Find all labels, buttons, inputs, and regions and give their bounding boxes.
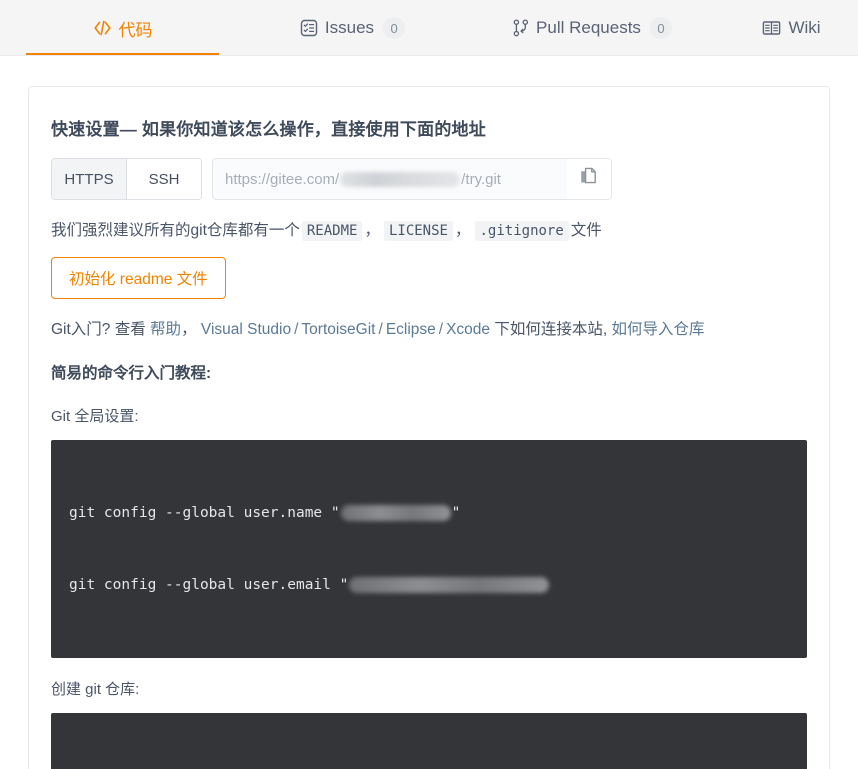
visual-studio-link[interactable]: Visual Studio — [201, 321, 291, 338]
tab-issues-count: 0 — [383, 17, 406, 39]
repo-tab-bar: 代码 Issues 0 Pull Requests 0 Wiki — [0, 0, 858, 56]
tab-pull-requests-label: Pull Requests — [536, 18, 641, 37]
tab-pull-requests[interactable]: Pull Requests 0 — [460, 0, 725, 56]
clone-row: HTTPS SSH https://gitee.com/ /try.git — [51, 158, 807, 200]
copy-url-button[interactable] — [567, 159, 611, 199]
intro-mid-text: 下如何连接本站, — [494, 321, 608, 338]
intro-comma: ， — [181, 321, 197, 338]
xcode-link[interactable]: Xcode — [446, 321, 490, 338]
intro-slash-1: / — [294, 321, 299, 338]
tab-code[interactable]: 代码 — [0, 0, 245, 56]
eclipse-link[interactable]: Eclipse — [386, 321, 436, 338]
tab-wiki[interactable]: Wiki — [725, 0, 858, 56]
code-icon — [93, 20, 112, 36]
copy-icon — [580, 167, 598, 191]
recommend-comma-1: ， — [364, 222, 380, 239]
ssh-button[interactable]: SSH — [127, 159, 201, 199]
tab-pull-requests-count: 0 — [649, 17, 672, 39]
quick-setup-card: 快速设置— 如果你知道该怎么操作，直接使用下面的地址 HTTPS SSH htt… — [28, 86, 830, 769]
recommend-files-line: 我们强烈建议所有的git仓库都有一个 README ， LICENSE ， .g… — [51, 218, 807, 241]
git-intro-lead: Git入门? 查看 — [51, 321, 146, 338]
protocol-toggle-group: HTTPS SSH — [51, 158, 202, 200]
recommend-trail: 文件 — [570, 222, 602, 239]
code-line-text: git config --global user.email " — [69, 577, 349, 593]
create-repo-label: 创建 git 仓库: — [51, 681, 140, 698]
tortoisegit-link[interactable]: TortoiseGit — [301, 321, 375, 338]
help-link[interactable]: 帮助 — [150, 321, 181, 338]
pull-request-icon — [513, 19, 529, 37]
tab-code-label: 代码 — [118, 20, 153, 40]
tab-issues-label: Issues — [324, 18, 375, 37]
global-config-label: Git 全局设置: — [51, 408, 139, 425]
global-config-code-block[interactable]: git config --global user.name " " git con… — [51, 440, 807, 658]
code-line-text: git config --global user.name " — [69, 505, 340, 521]
code-line-suffix: " — [451, 505, 461, 521]
wiki-icon — [762, 20, 781, 36]
intro-slash-2: / — [378, 321, 383, 338]
tutorial-title: 简易的命令行入门教程: — [51, 365, 212, 382]
import-repo-link[interactable]: 如何导入仓库 — [611, 321, 704, 338]
code-line: git config --global user.email " — [69, 573, 789, 597]
tab-issues[interactable]: Issues 0 — [245, 0, 460, 56]
tab-bar-divider — [0, 55, 858, 56]
recommend-lead: 我们强烈建议所有的git仓库都有一个 — [51, 222, 300, 239]
quick-setup-title: 快速设置— 如果你知道该怎么操作，直接使用下面的地址 — [51, 120, 486, 139]
repo-empty-page: 快速设置— 如果你知道该怎么操作，直接使用下面的地址 HTTPS SSH htt… — [0, 86, 858, 769]
clone-url-prefix: https://gitee.com/ — [225, 170, 340, 188]
file-chip-readme: README — [301, 221, 363, 241]
clone-url-field[interactable]: https://gitee.com/ /try.git — [212, 158, 612, 200]
recommend-comma-2: ， — [454, 222, 471, 239]
init-readme-button[interactable]: 初始化 readme 文件 — [51, 257, 226, 299]
file-chip-license: LICENSE — [383, 221, 453, 241]
https-button[interactable]: HTTPS — [52, 159, 126, 199]
redacted-owner — [340, 171, 461, 187]
issues-icon — [300, 19, 318, 37]
git-intro-line: Git入门? 查看 帮助， Visual Studio / TortoiseGit /… — [51, 317, 807, 339]
file-chip-gitignore: .gitignore — [474, 221, 569, 241]
redacted-username — [340, 505, 451, 521]
code-line: git config --global user.name " " — [69, 501, 789, 525]
tab-wiki-label: Wiki — [788, 18, 821, 37]
redacted-email — [349, 577, 550, 593]
create-repo-code-block[interactable]: mkdir try cd try git init touch README.m… — [51, 713, 807, 769]
intro-slash-3: / — [438, 321, 444, 338]
clone-url-suffix: /try.git — [461, 170, 501, 188]
